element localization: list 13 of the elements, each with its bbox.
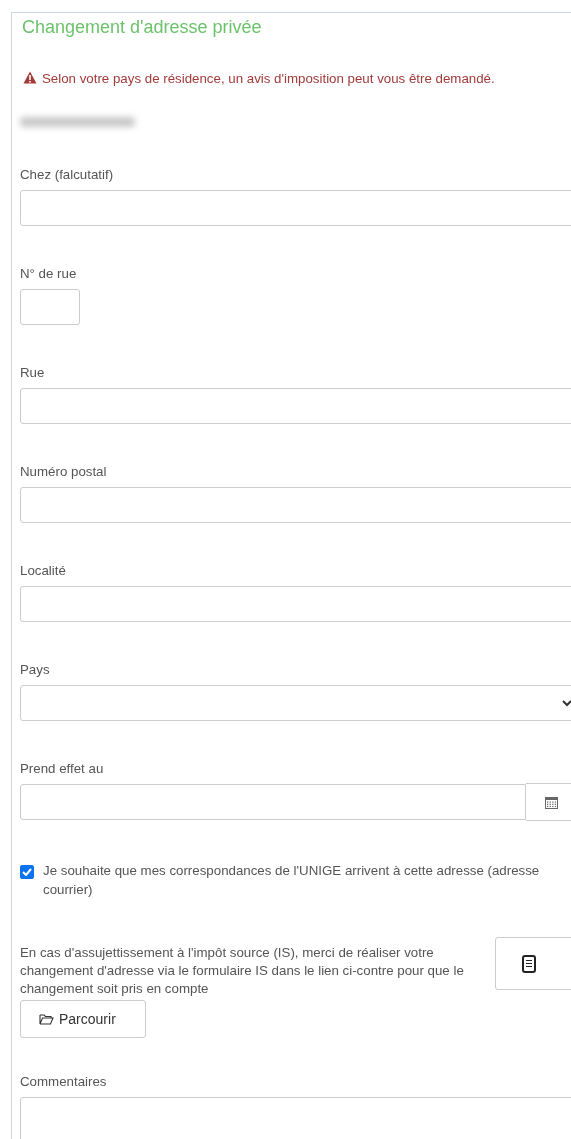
form-title: Changement d'adresse privée [22, 16, 263, 38]
browse-button[interactable]: Parcourir [20, 1000, 146, 1038]
info-text: En cas d'assujettissement à l'impôt source (IS), merci de réaliser votre changement d'adresse via le formulaire IS dans le lien ci-contre pour que le changement soit pris en compte [20, 944, 465, 998]
field-label: Pays [20, 662, 51, 678]
field-label: Localité [20, 563, 67, 579]
checkbox-label: Je souhaite que mes correspondances de l'UNIGE arrivent à cette adresse (adresse courrier) [43, 862, 541, 899]
field-label: Chez (falcutatif) [20, 167, 115, 183]
field-label: Numéro postal [20, 464, 108, 480]
field-label: Rue [20, 365, 46, 381]
warning-message: Selon votre pays de résidence, un avis d'imposition peut vous être demandé. [42, 71, 495, 86]
field-label: Prend effet au [20, 761, 105, 777]
field-label: Commentaires [20, 1074, 108, 1090]
field-label: N° de rue [20, 266, 78, 282]
